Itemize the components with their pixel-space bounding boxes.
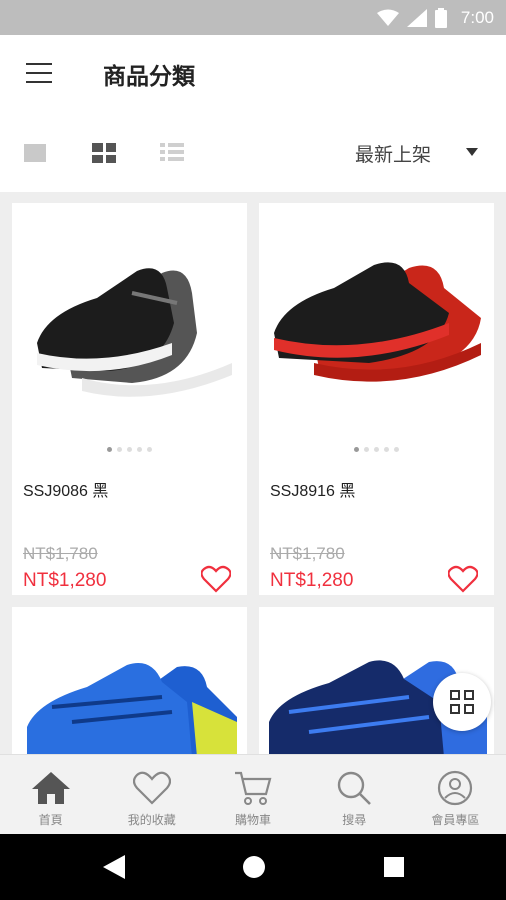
app-header: 商品分類 <box>0 35 506 117</box>
tab-home[interactable]: 首頁 <box>0 755 101 834</box>
list-icon-row <box>160 150 184 154</box>
member-icon <box>438 770 473 806</box>
list-view-button[interactable] <box>160 143 184 163</box>
bottom-tab-bar: 首頁 我的收藏 購物車 搜尋 會員專區 <box>0 754 506 834</box>
original-price: NT$1,780 <box>23 544 98 563</box>
grid-icon <box>92 143 103 152</box>
category-grid-button[interactable] <box>433 673 491 731</box>
status-time: 7:00 <box>460 7 494 27</box>
grid-icon-cell <box>105 154 116 163</box>
home-button-icon[interactable] <box>243 856 265 878</box>
cart-icon <box>235 771 272 805</box>
wifi-icon <box>376 9 399 26</box>
back-icon[interactable] <box>103 855 125 879</box>
product-name: SSJ9086 黑 <box>23 483 109 500</box>
grid-view-button[interactable] <box>92 143 116 163</box>
tab-label: 會員專區 <box>431 813 480 827</box>
home-icon <box>31 772 70 804</box>
sale-price: NT$1,280 <box>23 570 107 591</box>
menu-icon-bar <box>26 81 52 83</box>
image-pager-dots <box>12 447 247 452</box>
heart-icon[interactable] <box>448 565 478 593</box>
product-card[interactable]: SSJ8916 黑 NT$1,780 NT$1,280 <box>259 203 494 595</box>
apps-grid-icon <box>450 690 474 714</box>
list-icon-row <box>160 157 184 161</box>
product-name: SSJ8916 黑 <box>270 483 356 500</box>
tab-cart[interactable]: 購物車 <box>202 755 303 834</box>
single-view-button[interactable] <box>24 144 46 162</box>
original-price: NT$1,780 <box>270 544 345 563</box>
system-nav-bar <box>0 834 506 900</box>
sort-label: 最新上架 <box>355 143 432 166</box>
signal-icon <box>406 8 427 27</box>
product-card[interactable] <box>12 607 247 754</box>
heart-icon <box>132 771 171 805</box>
heart-icon[interactable] <box>201 565 231 593</box>
product-image <box>259 203 494 438</box>
sort-dropdown[interactable]: 最新上架 <box>355 139 431 167</box>
search-icon <box>338 771 372 805</box>
menu-icon <box>26 63 52 65</box>
tab-label: 首頁 <box>38 813 63 827</box>
recent-apps-icon[interactable] <box>384 857 404 877</box>
tab-label: 我的收藏 <box>127 813 176 827</box>
battery-icon <box>434 7 447 28</box>
image-pager-dots <box>259 447 494 452</box>
grid-icon-cell <box>105 143 116 152</box>
status-bar: 7:00 <box>0 0 506 35</box>
tab-member[interactable]: 會員專區 <box>405 755 506 834</box>
view-toolbar: 最新上架 <box>0 117 506 192</box>
product-grid: SSJ9086 黑 NT$1,780 NT$1,280 SSJ8916 黑 NT… <box>0 192 506 754</box>
tab-label: 搜尋 <box>342 813 367 827</box>
grid-icon-cell <box>92 154 103 163</box>
tab-favorites[interactable]: 我的收藏 <box>101 755 202 834</box>
menu-icon-bar <box>26 72 52 74</box>
tab-label: 購物車 <box>235 813 272 827</box>
product-card[interactable]: SSJ9086 黑 NT$1,780 NT$1,280 <box>12 203 247 595</box>
caret-down-icon[interactable] <box>466 148 478 156</box>
product-image <box>12 203 247 438</box>
sale-price: NT$1,280 <box>270 570 354 591</box>
list-icon <box>160 143 184 147</box>
menu-button[interactable] <box>26 63 52 85</box>
product-image <box>12 607 247 754</box>
page-title: 商品分類 <box>103 64 195 90</box>
tab-search[interactable]: 搜尋 <box>304 755 405 834</box>
